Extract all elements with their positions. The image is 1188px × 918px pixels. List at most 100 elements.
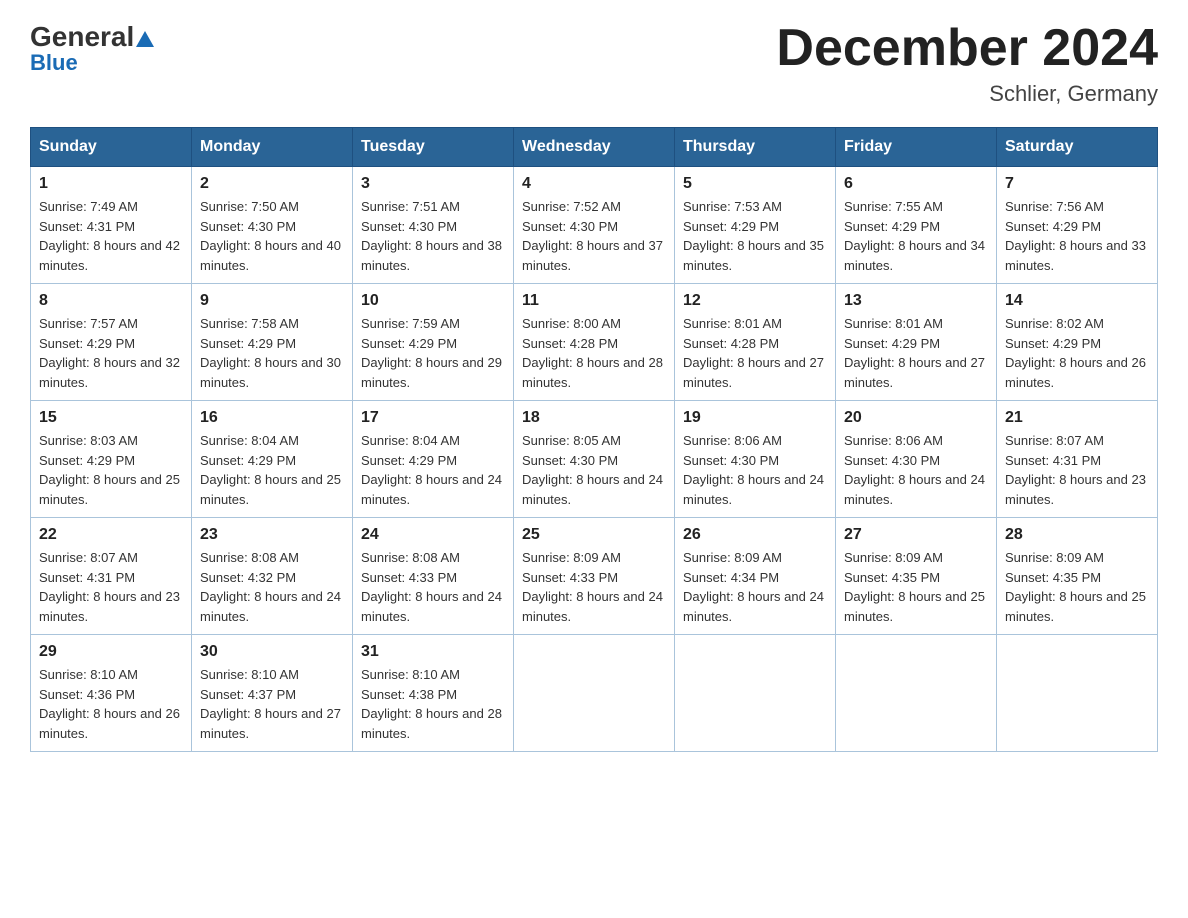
day-number: 16 [200, 409, 344, 427]
table-row: 23 Sunrise: 8:08 AM Sunset: 4:32 PM Dayl… [192, 518, 353, 635]
day-number: 25 [522, 526, 666, 544]
col-friday: Friday [836, 128, 997, 167]
logo: General Blue [30, 20, 154, 76]
day-info: Sunrise: 8:02 AM Sunset: 4:29 PM Dayligh… [1005, 314, 1149, 392]
day-number: 3 [361, 175, 505, 193]
day-number: 9 [200, 292, 344, 310]
day-info: Sunrise: 8:09 AM Sunset: 4:35 PM Dayligh… [844, 548, 988, 626]
table-row: 27 Sunrise: 8:09 AM Sunset: 4:35 PM Dayl… [836, 518, 997, 635]
day-number: 19 [683, 409, 827, 427]
table-row: 30 Sunrise: 8:10 AM Sunset: 4:37 PM Dayl… [192, 635, 353, 752]
location-subtitle: Schlier, Germany [776, 81, 1158, 107]
table-row: 2 Sunrise: 7:50 AM Sunset: 4:30 PM Dayli… [192, 167, 353, 284]
day-number: 31 [361, 643, 505, 661]
calendar-week-row: 15 Sunrise: 8:03 AM Sunset: 4:29 PM Dayl… [31, 401, 1158, 518]
day-number: 26 [683, 526, 827, 544]
table-row: 20 Sunrise: 8:06 AM Sunset: 4:30 PM Dayl… [836, 401, 997, 518]
day-number: 24 [361, 526, 505, 544]
month-year-title: December 2024 [776, 20, 1158, 77]
col-saturday: Saturday [997, 128, 1158, 167]
table-row: 12 Sunrise: 8:01 AM Sunset: 4:28 PM Dayl… [675, 284, 836, 401]
logo-triangle-icon [136, 22, 154, 54]
col-monday: Monday [192, 128, 353, 167]
table-row: 18 Sunrise: 8:05 AM Sunset: 4:30 PM Dayl… [514, 401, 675, 518]
table-row: 6 Sunrise: 7:55 AM Sunset: 4:29 PM Dayli… [836, 167, 997, 284]
day-number: 23 [200, 526, 344, 544]
table-row: 16 Sunrise: 8:04 AM Sunset: 4:29 PM Dayl… [192, 401, 353, 518]
day-info: Sunrise: 7:53 AM Sunset: 4:29 PM Dayligh… [683, 197, 827, 275]
logo-general: General [30, 21, 134, 53]
day-info: Sunrise: 8:06 AM Sunset: 4:30 PM Dayligh… [683, 431, 827, 509]
day-number: 27 [844, 526, 988, 544]
day-info: Sunrise: 8:10 AM Sunset: 4:36 PM Dayligh… [39, 665, 183, 743]
day-number: 30 [200, 643, 344, 661]
table-row: 1 Sunrise: 7:49 AM Sunset: 4:31 PM Dayli… [31, 167, 192, 284]
day-info: Sunrise: 8:09 AM Sunset: 4:35 PM Dayligh… [1005, 548, 1149, 626]
day-number: 21 [1005, 409, 1149, 427]
day-info: Sunrise: 7:52 AM Sunset: 4:30 PM Dayligh… [522, 197, 666, 275]
logo-subtitle: Blue [30, 50, 78, 76]
day-info: Sunrise: 7:49 AM Sunset: 4:31 PM Dayligh… [39, 197, 183, 275]
table-row: 3 Sunrise: 7:51 AM Sunset: 4:30 PM Dayli… [353, 167, 514, 284]
calendar-week-row: 1 Sunrise: 7:49 AM Sunset: 4:31 PM Dayli… [31, 167, 1158, 284]
day-number: 11 [522, 292, 666, 310]
day-info: Sunrise: 8:09 AM Sunset: 4:34 PM Dayligh… [683, 548, 827, 626]
day-number: 22 [39, 526, 183, 544]
table-row: 28 Sunrise: 8:09 AM Sunset: 4:35 PM Dayl… [997, 518, 1158, 635]
calendar-week-row: 29 Sunrise: 8:10 AM Sunset: 4:36 PM Dayl… [31, 635, 1158, 752]
col-wednesday: Wednesday [514, 128, 675, 167]
table-row: 26 Sunrise: 8:09 AM Sunset: 4:34 PM Dayl… [675, 518, 836, 635]
day-info: Sunrise: 7:50 AM Sunset: 4:30 PM Dayligh… [200, 197, 344, 275]
table-row: 24 Sunrise: 8:08 AM Sunset: 4:33 PM Dayl… [353, 518, 514, 635]
day-info: Sunrise: 8:00 AM Sunset: 4:28 PM Dayligh… [522, 314, 666, 392]
day-number: 29 [39, 643, 183, 661]
day-number: 12 [683, 292, 827, 310]
day-number: 13 [844, 292, 988, 310]
day-number: 14 [1005, 292, 1149, 310]
day-number: 2 [200, 175, 344, 193]
day-number: 7 [1005, 175, 1149, 193]
table-row: 14 Sunrise: 8:02 AM Sunset: 4:29 PM Dayl… [997, 284, 1158, 401]
day-info: Sunrise: 7:58 AM Sunset: 4:29 PM Dayligh… [200, 314, 344, 392]
day-info: Sunrise: 8:04 AM Sunset: 4:29 PM Dayligh… [200, 431, 344, 509]
day-info: Sunrise: 7:59 AM Sunset: 4:29 PM Dayligh… [361, 314, 505, 392]
table-row: 8 Sunrise: 7:57 AM Sunset: 4:29 PM Dayli… [31, 284, 192, 401]
day-info: Sunrise: 7:51 AM Sunset: 4:30 PM Dayligh… [361, 197, 505, 275]
day-number: 1 [39, 175, 183, 193]
day-info: Sunrise: 8:09 AM Sunset: 4:33 PM Dayligh… [522, 548, 666, 626]
logo-text: General [30, 20, 154, 54]
col-sunday: Sunday [31, 128, 192, 167]
table-row: 17 Sunrise: 8:04 AM Sunset: 4:29 PM Dayl… [353, 401, 514, 518]
day-info: Sunrise: 7:56 AM Sunset: 4:29 PM Dayligh… [1005, 197, 1149, 275]
day-number: 28 [1005, 526, 1149, 544]
table-row: 7 Sunrise: 7:56 AM Sunset: 4:29 PM Dayli… [997, 167, 1158, 284]
table-row [836, 635, 997, 752]
col-tuesday: Tuesday [353, 128, 514, 167]
table-row [997, 635, 1158, 752]
day-info: Sunrise: 8:01 AM Sunset: 4:28 PM Dayligh… [683, 314, 827, 392]
calendar-table: Sunday Monday Tuesday Wednesday Thursday… [30, 127, 1158, 752]
table-row: 22 Sunrise: 8:07 AM Sunset: 4:31 PM Dayl… [31, 518, 192, 635]
table-row [514, 635, 675, 752]
day-info: Sunrise: 8:10 AM Sunset: 4:38 PM Dayligh… [361, 665, 505, 743]
table-row: 4 Sunrise: 7:52 AM Sunset: 4:30 PM Dayli… [514, 167, 675, 284]
day-info: Sunrise: 7:55 AM Sunset: 4:29 PM Dayligh… [844, 197, 988, 275]
day-number: 15 [39, 409, 183, 427]
day-info: Sunrise: 8:08 AM Sunset: 4:33 PM Dayligh… [361, 548, 505, 626]
day-info: Sunrise: 8:10 AM Sunset: 4:37 PM Dayligh… [200, 665, 344, 743]
day-info: Sunrise: 7:57 AM Sunset: 4:29 PM Dayligh… [39, 314, 183, 392]
table-row: 19 Sunrise: 8:06 AM Sunset: 4:30 PM Dayl… [675, 401, 836, 518]
day-info: Sunrise: 8:01 AM Sunset: 4:29 PM Dayligh… [844, 314, 988, 392]
day-number: 17 [361, 409, 505, 427]
day-number: 8 [39, 292, 183, 310]
day-info: Sunrise: 8:07 AM Sunset: 4:31 PM Dayligh… [39, 548, 183, 626]
table-row: 13 Sunrise: 8:01 AM Sunset: 4:29 PM Dayl… [836, 284, 997, 401]
day-number: 10 [361, 292, 505, 310]
table-row: 10 Sunrise: 7:59 AM Sunset: 4:29 PM Dayl… [353, 284, 514, 401]
day-number: 20 [844, 409, 988, 427]
day-info: Sunrise: 8:07 AM Sunset: 4:31 PM Dayligh… [1005, 431, 1149, 509]
table-row [675, 635, 836, 752]
day-number: 18 [522, 409, 666, 427]
day-info: Sunrise: 8:04 AM Sunset: 4:29 PM Dayligh… [361, 431, 505, 509]
col-thursday: Thursday [675, 128, 836, 167]
